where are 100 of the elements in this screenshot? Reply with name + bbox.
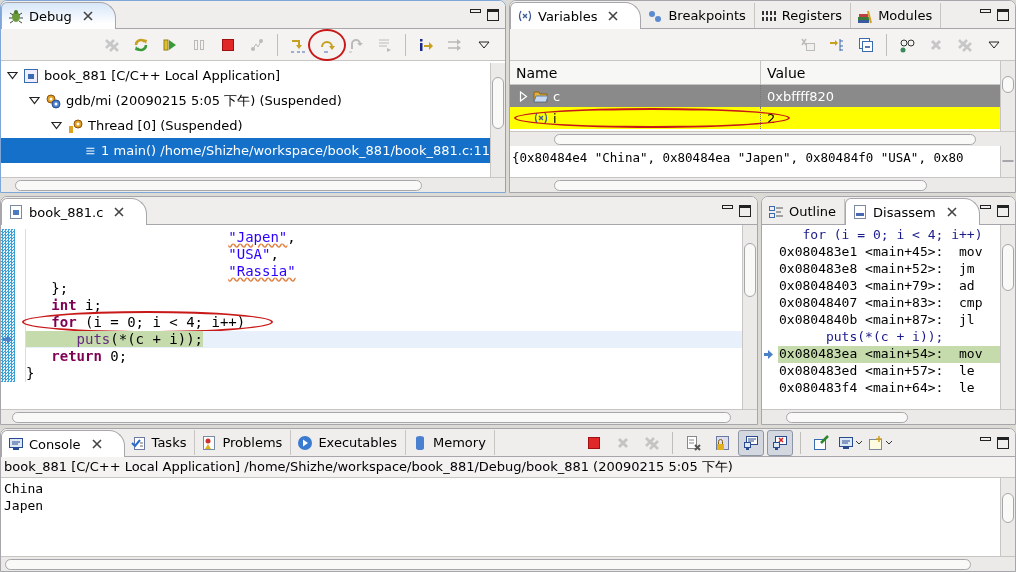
console-output-line: China — [4, 481, 44, 496]
view-tab[interactable]: Debug — [1, 2, 116, 29]
code-line: "USA", — [227, 246, 280, 263]
minimize-button[interactable] — [980, 436, 991, 441]
source-line: for (i = 0; i < 4; i++) — [801, 227, 984, 244]
view-tab[interactable]: Modules — [851, 3, 942, 28]
vertical-scrollbar[interactable] — [1000, 225, 1015, 409]
expand-toggle[interactable] — [29, 95, 40, 106]
close-icon[interactable] — [608, 11, 619, 21]
horizontal-scrollbar[interactable] — [1, 409, 757, 424]
expand-toggle[interactable] — [51, 120, 62, 131]
glasses-icon — [899, 36, 915, 53]
drop-to-frame-icon — [377, 36, 393, 53]
lock-icon — [713, 434, 730, 451]
instruction-line: 0x080483e1 <main+45>: mov — [778, 244, 984, 261]
instruction-line: 0x08048407 <main+83>: cmp — [778, 295, 984, 312]
c-file-icon — [8, 204, 24, 220]
vertical-scrollbar[interactable] — [742, 225, 757, 409]
show-err-button[interactable] — [766, 429, 793, 456]
view-tab[interactable]: Tasks — [124, 430, 196, 455]
horizontal-scrollbar[interactable] — [510, 177, 1015, 192]
tree-item[interactable]: gdb/mi (20090215 5:05 下午) (Suspended) — [1, 88, 490, 113]
pin-icon — [812, 434, 829, 451]
vertical-scrollbar[interactable] — [490, 63, 505, 177]
view-tab[interactable]: Disassem — [845, 198, 980, 225]
code-line: return 0; — [50, 348, 129, 365]
maximize-button[interactable] — [739, 204, 751, 217]
code-line: }; — [50, 280, 70, 297]
detail-text: {0x80484e4 "China", 0x80484ea "Japen", 0x80484f0 "USA", 0x80 — [512, 150, 964, 165]
console-error-icon — [771, 434, 788, 451]
tree-item[interactable]: book_881 [C/C++ Local Application] — [1, 63, 490, 88]
remove-all-icon — [643, 434, 660, 451]
maximize-button[interactable] — [997, 8, 1009, 21]
vertical-scrollbar[interactable] — [1000, 61, 1015, 131]
tree-item[interactable]: 1 main() /home/Shizhe/workspace/book_881/book_881.c:11 — [1, 138, 490, 163]
close-icon[interactable] — [114, 207, 125, 217]
horizontal-scrollbar[interactable] — [1, 556, 1015, 571]
view-tab[interactable]: book_881.c — [1, 198, 148, 225]
collapse-all-icon — [858, 36, 874, 53]
view-tab[interactable]: Executables — [291, 430, 406, 455]
step-return-icon — [348, 36, 364, 53]
instruction-line: 0x0804840b <main+87>: jl — [778, 312, 976, 329]
view-tab[interactable]: Problems — [195, 430, 292, 455]
show-out-button[interactable] — [737, 429, 764, 456]
console-output-icon — [742, 434, 759, 451]
remove-all-icon — [957, 36, 973, 53]
minimize-button[interactable] — [980, 8, 991, 13]
code-line: "Japen", — [227, 229, 297, 246]
resume-icon — [162, 36, 178, 53]
minimize-button[interactable] — [980, 204, 991, 209]
stop-icon — [585, 434, 602, 451]
horizontal-scrollbar[interactable] — [762, 409, 1015, 424]
maximize-button[interactable] — [997, 436, 1009, 449]
maximize-button[interactable] — [487, 8, 499, 21]
document-warning-icon — [201, 434, 218, 451]
bug-icon — [8, 8, 24, 24]
tree-item[interactable]: Thread [0] (Suspended) — [1, 113, 490, 138]
monitor-icon — [837, 434, 854, 451]
code-line: int i; — [50, 297, 103, 314]
variable-icon — [517, 8, 533, 24]
view-tab[interactable]: Registers — [754, 3, 852, 28]
instruction-line: 0x080483e8 <main+52>: jm — [778, 261, 976, 278]
gear-icon — [67, 117, 83, 134]
instruction-line: 0x080483ed <main+57>: le — [778, 363, 976, 380]
remove-all-icon — [104, 36, 120, 53]
source-line: puts(*(c + i)); — [824, 329, 945, 346]
new-window-icon — [867, 434, 884, 451]
vertical-scrollbar[interactable] — [1000, 146, 1015, 177]
vertical-scrollbar[interactable] — [1000, 478, 1015, 556]
code-line: } — [26, 365, 36, 382]
instruction-line: 0x08048403 <main+79>: ad — [778, 278, 976, 295]
minimize-button[interactable] — [470, 8, 481, 13]
play-icon — [297, 434, 314, 451]
close-icon[interactable] — [91, 439, 102, 449]
view-tab[interactable]: Console — [1, 430, 125, 457]
assign-value-icon — [800, 36, 816, 53]
variable-icon — [533, 110, 549, 126]
minimize-button[interactable] — [722, 204, 733, 209]
maximize-button[interactable] — [997, 204, 1009, 217]
instruction-pointer-icon — [764, 350, 773, 359]
gears-icon — [45, 92, 61, 109]
folder-icon — [533, 88, 549, 104]
horizontal-scrollbar[interactable] — [1, 177, 505, 192]
outline-icon — [768, 203, 784, 220]
horizontal-scrollbar[interactable] — [510, 131, 1015, 146]
close-icon[interactable] — [946, 207, 957, 217]
variable-value: 0xbffff820 — [767, 88, 834, 104]
instruction-pointer-icon — [3, 335, 12, 344]
clipboard-icon — [130, 434, 147, 451]
view-tab[interactable]: Breakpoints — [641, 3, 755, 28]
clear-console-icon — [684, 434, 701, 451]
expand-toggle[interactable] — [7, 70, 18, 81]
view-tab[interactable]: Variables — [510, 2, 642, 29]
instruction-line: 0x080483f4 <main+64>: le — [778, 380, 976, 397]
monitor-icon — [8, 436, 24, 452]
view-tab[interactable]: Memory — [405, 430, 495, 455]
tree-arrow-icon — [829, 36, 845, 53]
close-icon[interactable] — [82, 11, 93, 21]
column-header[interactable]: Name — [510, 61, 760, 84]
restart-icon — [133, 36, 149, 53]
